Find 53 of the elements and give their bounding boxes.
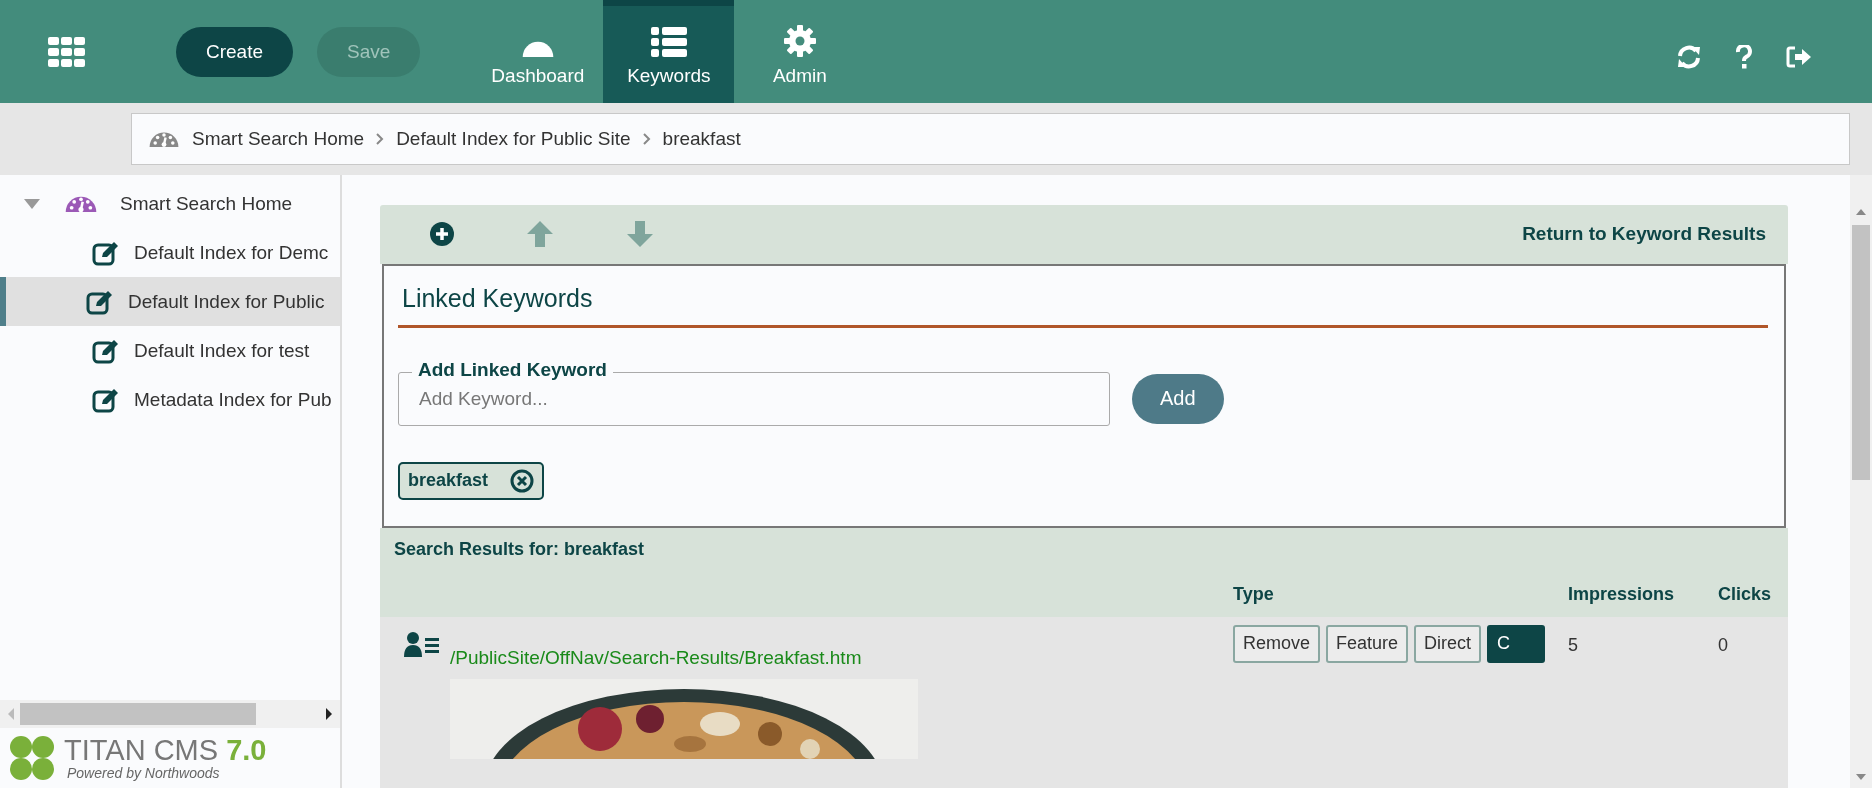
help-icon[interactable]	[1736, 44, 1752, 69]
scrollbar-thumb[interactable]	[20, 703, 256, 725]
column-header: Type	[1233, 583, 1275, 605]
gauge-icon	[64, 195, 98, 212]
column-header: Impressions	[1568, 583, 1676, 605]
tree-item[interactable]: Default Index for Demc	[134, 241, 329, 264]
edit-icon	[92, 386, 120, 413]
clover-logo-icon	[8, 734, 56, 782]
table-cell-text: 5	[1568, 633, 1579, 657]
gauge-icon	[520, 40, 555, 57]
result-url-link[interactable]: /PublicSite/OffNav/Search-Results/Breakfast.htm	[450, 646, 862, 668]
apps-grid-icon[interactable]	[47, 36, 86, 67]
results-header: Search Results for: breakfast	[380, 527, 1788, 572]
caret-icon[interactable]	[24, 198, 40, 209]
nav-tab[interactable]: Dashboard	[472, 0, 604, 103]
type-button[interactable]: Direct	[1414, 624, 1482, 663]
tree-item[interactable]: Default Index for test	[134, 339, 310, 362]
nav-tab[interactable]: Admin	[734, 0, 866, 103]
tag-label: breakfast	[408, 470, 489, 492]
table-cell-text: 0	[1718, 633, 1729, 657]
remove-icon[interactable]	[510, 468, 535, 493]
refresh-icon[interactable]	[1676, 43, 1702, 70]
column-header: Clicks	[1718, 583, 1773, 605]
user-list-icon	[404, 630, 440, 657]
list-icon	[650, 27, 687, 57]
logo-version: 7.0	[226, 735, 267, 765]
logo-tagline: Powered by Northwoods	[67, 764, 221, 781]
section-title: Linked Keywords	[398, 277, 1768, 328]
gauge-icon	[148, 131, 180, 147]
edit-icon	[92, 337, 120, 364]
tree-item[interactable]: Metadata Index for Pub	[134, 388, 332, 411]
edit-icon	[92, 239, 120, 266]
breadcrumb-item[interactable]: Default Index for Public Site	[396, 128, 631, 150]
return-link[interactable]: Return to Keyword Results	[1522, 223, 1766, 246]
sign-out-icon[interactable]	[1786, 45, 1812, 68]
arrow-down-icon[interactable]	[626, 220, 654, 249]
chevron-icon	[642, 133, 651, 145]
add-button[interactable]: Add	[1132, 373, 1224, 424]
add-icon[interactable]	[430, 222, 454, 247]
type-button[interactable]: C	[1487, 624, 1546, 663]
create-button[interactable]: Create	[176, 27, 294, 77]
type-button[interactable]: Feature	[1326, 624, 1409, 663]
breadcrumb-item[interactable]: breakfast	[662, 128, 741, 150]
gear-icon	[783, 25, 816, 57]
arrow-up-icon[interactable]	[526, 220, 554, 249]
edit-icon	[86, 288, 114, 315]
type-button[interactable]: Remove	[1233, 624, 1321, 663]
breadcrumb-item[interactable]: Smart Search Home	[192, 128, 365, 150]
scrollbar-thumb[interactable]	[1852, 225, 1870, 480]
chevron-icon	[376, 133, 385, 145]
nav-tab[interactable]: Keywords	[603, 0, 735, 103]
tree-item[interactable]: Smart Search Home	[120, 192, 293, 215]
logo-name: TITAN CMS	[64, 735, 219, 765]
